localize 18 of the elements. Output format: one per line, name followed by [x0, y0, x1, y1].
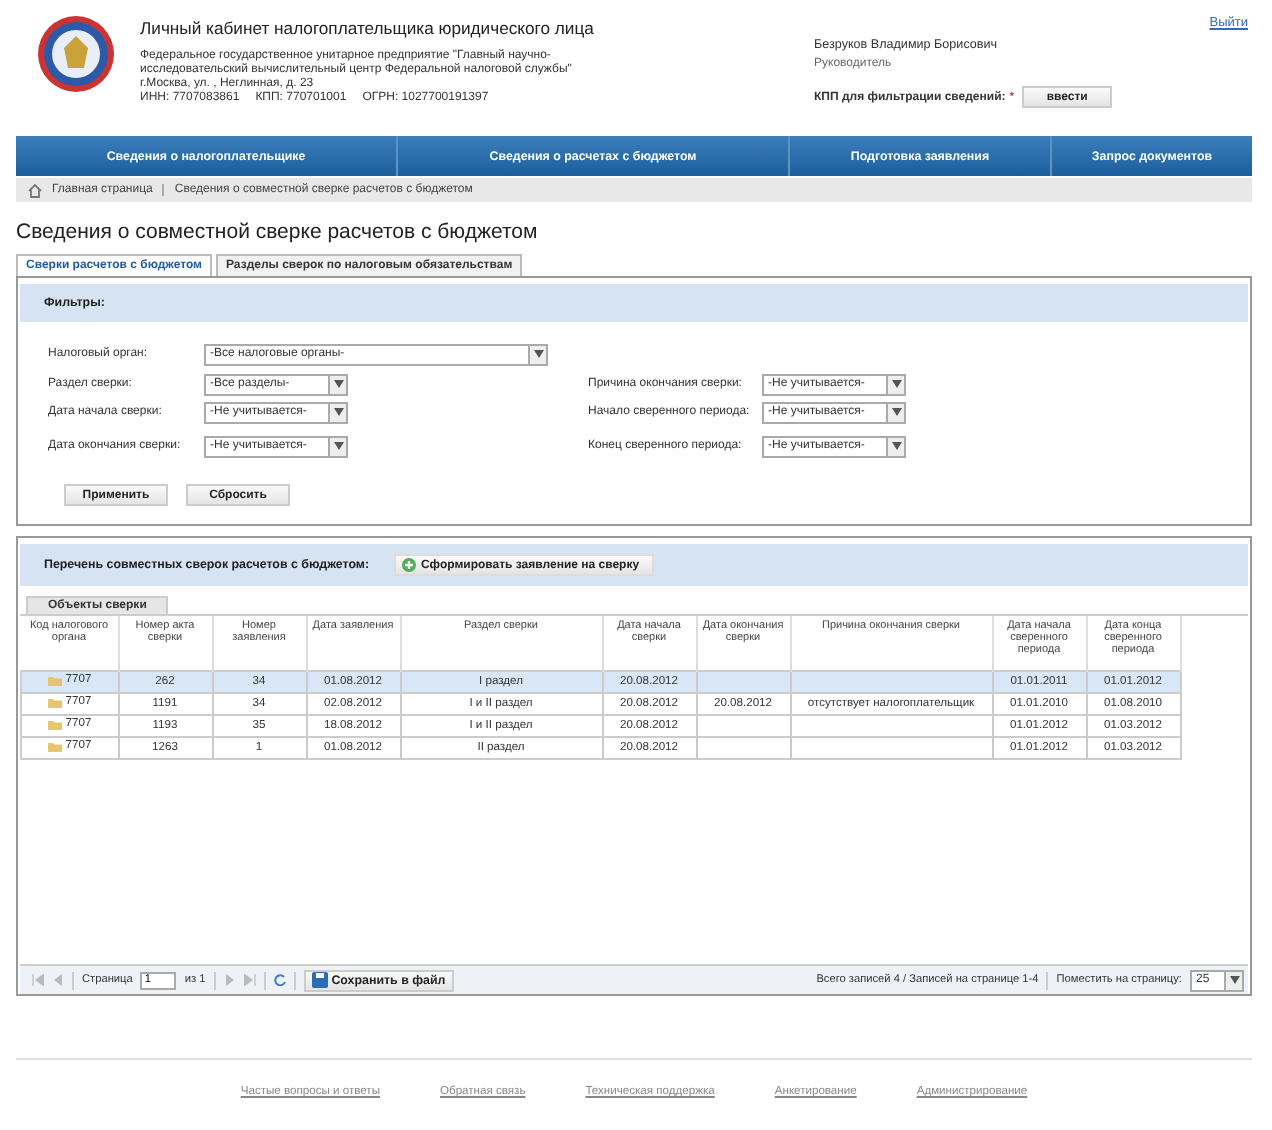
- plus-circle-icon: [401, 558, 416, 572]
- page-title: Сведения о совместной сверке расчетов с бюджетом: [16, 220, 540, 244]
- caret-icon: [891, 380, 901, 388]
- home-icon: [28, 183, 42, 197]
- refresh-icon: [273, 974, 286, 986]
- last-page-icon: [243, 974, 256, 986]
- site-title: Личный кабинет налогоплательщика юридического лица: [140, 18, 596, 38]
- next-page-icon: [223, 974, 236, 986]
- caret-icon: [333, 380, 343, 388]
- emblem-logo-icon: [36, 14, 116, 94]
- caret-icon: [533, 350, 543, 358]
- previous-page-icon: [52, 974, 64, 986]
- caret-icon: [333, 408, 343, 416]
- caret-icon: [1229, 976, 1239, 984]
- first-page-icon: [32, 974, 44, 986]
- caret-icon: [891, 408, 901, 416]
- caret-icon: [891, 442, 901, 450]
- caret-icon: [333, 442, 343, 450]
